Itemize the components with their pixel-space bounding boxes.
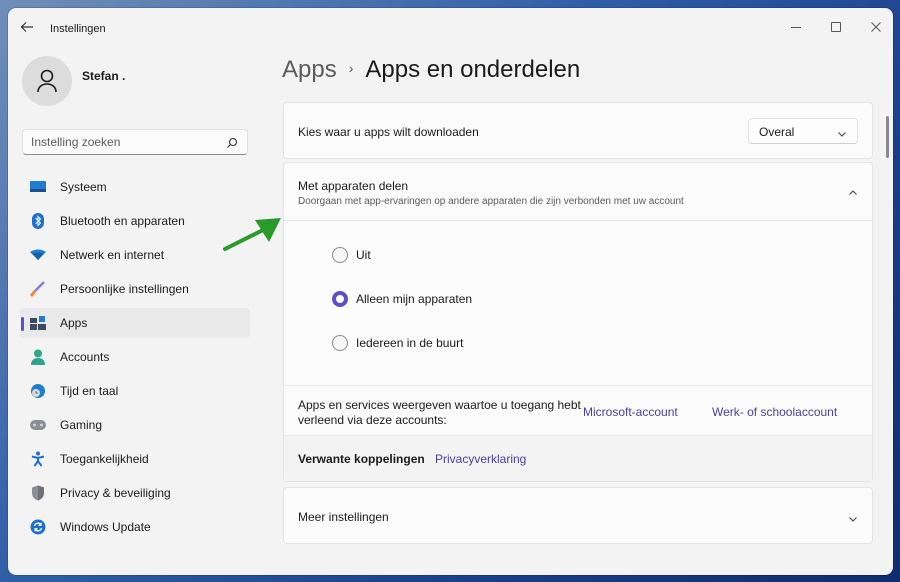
privacy-statement-link[interactable]: Privacyverklaring <box>435 452 526 466</box>
breadcrumb: Apps › Apps en onderdelen <box>282 56 580 84</box>
radio-button[interactable] <box>332 247 348 263</box>
apps-icon <box>30 315 46 331</box>
maximize-icon <box>831 22 841 32</box>
dropdown-value: Overal <box>759 125 795 139</box>
wifi-icon <box>30 247 46 263</box>
work-school-account-link[interactable]: Werk- of schoolaccount <box>712 405 837 419</box>
sidebar-item-systeem[interactable]: Systeem <box>20 172 250 202</box>
accessibility-icon <box>30 451 46 467</box>
bluetooth-icon <box>30 213 46 229</box>
sidebar-nav: Systeem Bluetooth en apparaten Netwerk e… <box>20 172 250 546</box>
page-title: Apps en onderdelen <box>365 56 581 83</box>
share-devices-title: Met apparaten delen <box>298 179 409 193</box>
person-icon <box>30 349 46 365</box>
related-links-row: Verwante koppelingen Privacyverklaring <box>284 435 872 481</box>
chevron-down-icon <box>837 126 847 144</box>
sidebar-item-persoonlijk[interactable]: Persoonlijke instellingen <box>20 274 250 304</box>
minimize-button[interactable] <box>776 13 816 41</box>
minimize-icon <box>791 26 801 28</box>
related-links-label: Verwante koppelingen <box>298 452 425 466</box>
close-icon <box>871 22 881 32</box>
breadcrumb-separator-icon: › <box>348 60 354 76</box>
sidebar-item-netwerk[interactable]: Netwerk en internet <box>20 240 250 270</box>
annotation-arrow-icon <box>223 218 281 251</box>
sidebar-item-apps[interactable]: Apps <box>20 308 250 338</box>
content-area: Kies waar u apps wilt downloaden Overal … <box>283 102 873 544</box>
title-bar: Instellingen <box>8 8 893 48</box>
search-icon[interactable] <box>226 136 238 154</box>
share-devices-description: Doorgaan met app-ervaringen op andere ap… <box>298 196 684 207</box>
download-location-label: Kies waar u apps wilt downloaden <box>298 125 479 139</box>
accounts-description: Apps en services weergeven waartoe u toe… <box>298 398 581 427</box>
close-button[interactable] <box>856 13 893 41</box>
radio-option-alleen-mijn-apparaten[interactable]: Alleen mijn apparaten <box>332 291 472 335</box>
settings-window: Instellingen Stefan . Systeem Bluetooth … <box>8 8 893 575</box>
microsoft-account-link[interactable]: Microsoft-account <box>583 405 678 419</box>
chevron-up-icon[interactable] <box>848 185 858 203</box>
more-settings-expander[interactable]: Meer instellingen <box>283 487 873 544</box>
radio-option-iedereen[interactable]: Iedereen in de buurt <box>332 335 472 379</box>
app-title: Instellingen <box>50 23 106 35</box>
radio-button[interactable] <box>332 335 348 351</box>
radio-option-uit[interactable]: Uit <box>332 247 472 291</box>
globe-clock-icon <box>30 383 46 399</box>
share-devices-expander: Met apparaten delen Doorgaan met app-erv… <box>283 162 873 482</box>
brush-icon <box>30 281 46 297</box>
sidebar-item-gaming[interactable]: Gaming <box>20 410 250 440</box>
update-icon <box>30 519 46 535</box>
share-devices-header[interactable]: Met apparaten delen Doorgaan met app-erv… <box>284 163 872 221</box>
more-settings-label: Meer instellingen <box>298 510 389 524</box>
chevron-down-icon[interactable] <box>848 511 858 529</box>
back-arrow-icon[interactable] <box>20 20 36 36</box>
share-options-radio-group: Uit Alleen mijn apparaten Iedereen in de… <box>332 247 472 379</box>
search-input[interactable] <box>31 135 221 149</box>
shield-icon <box>30 485 46 501</box>
sidebar-item-toegankelijkheid[interactable]: Toegankelijkheid <box>20 444 250 474</box>
radio-button-checked[interactable] <box>332 291 348 307</box>
monitor-icon <box>30 179 46 195</box>
maximize-button[interactable] <box>816 13 856 41</box>
download-location-card: Kies waar u apps wilt downloaden Overal <box>283 102 873 159</box>
sidebar-item-privacy[interactable]: Privacy & beveiliging <box>20 478 250 508</box>
download-location-dropdown[interactable]: Overal <box>748 118 858 144</box>
accounts-row: Apps en services weergeven waartoe u toe… <box>284 385 872 436</box>
user-icon <box>37 69 57 93</box>
avatar[interactable] <box>22 56 72 106</box>
scrollbar[interactable] <box>886 116 889 158</box>
breadcrumb-parent[interactable]: Apps <box>282 56 337 83</box>
settings-search[interactable] <box>22 129 248 155</box>
user-name: Stefan . <box>82 69 126 83</box>
sidebar-item-bluetooth[interactable]: Bluetooth en apparaten <box>20 206 250 236</box>
sidebar-item-accounts[interactable]: Accounts <box>20 342 250 372</box>
sidebar-item-windows-update[interactable]: Windows Update <box>20 512 250 542</box>
gamepad-icon <box>30 417 46 433</box>
sidebar-item-tijd[interactable]: Tijd en taal <box>20 376 250 406</box>
